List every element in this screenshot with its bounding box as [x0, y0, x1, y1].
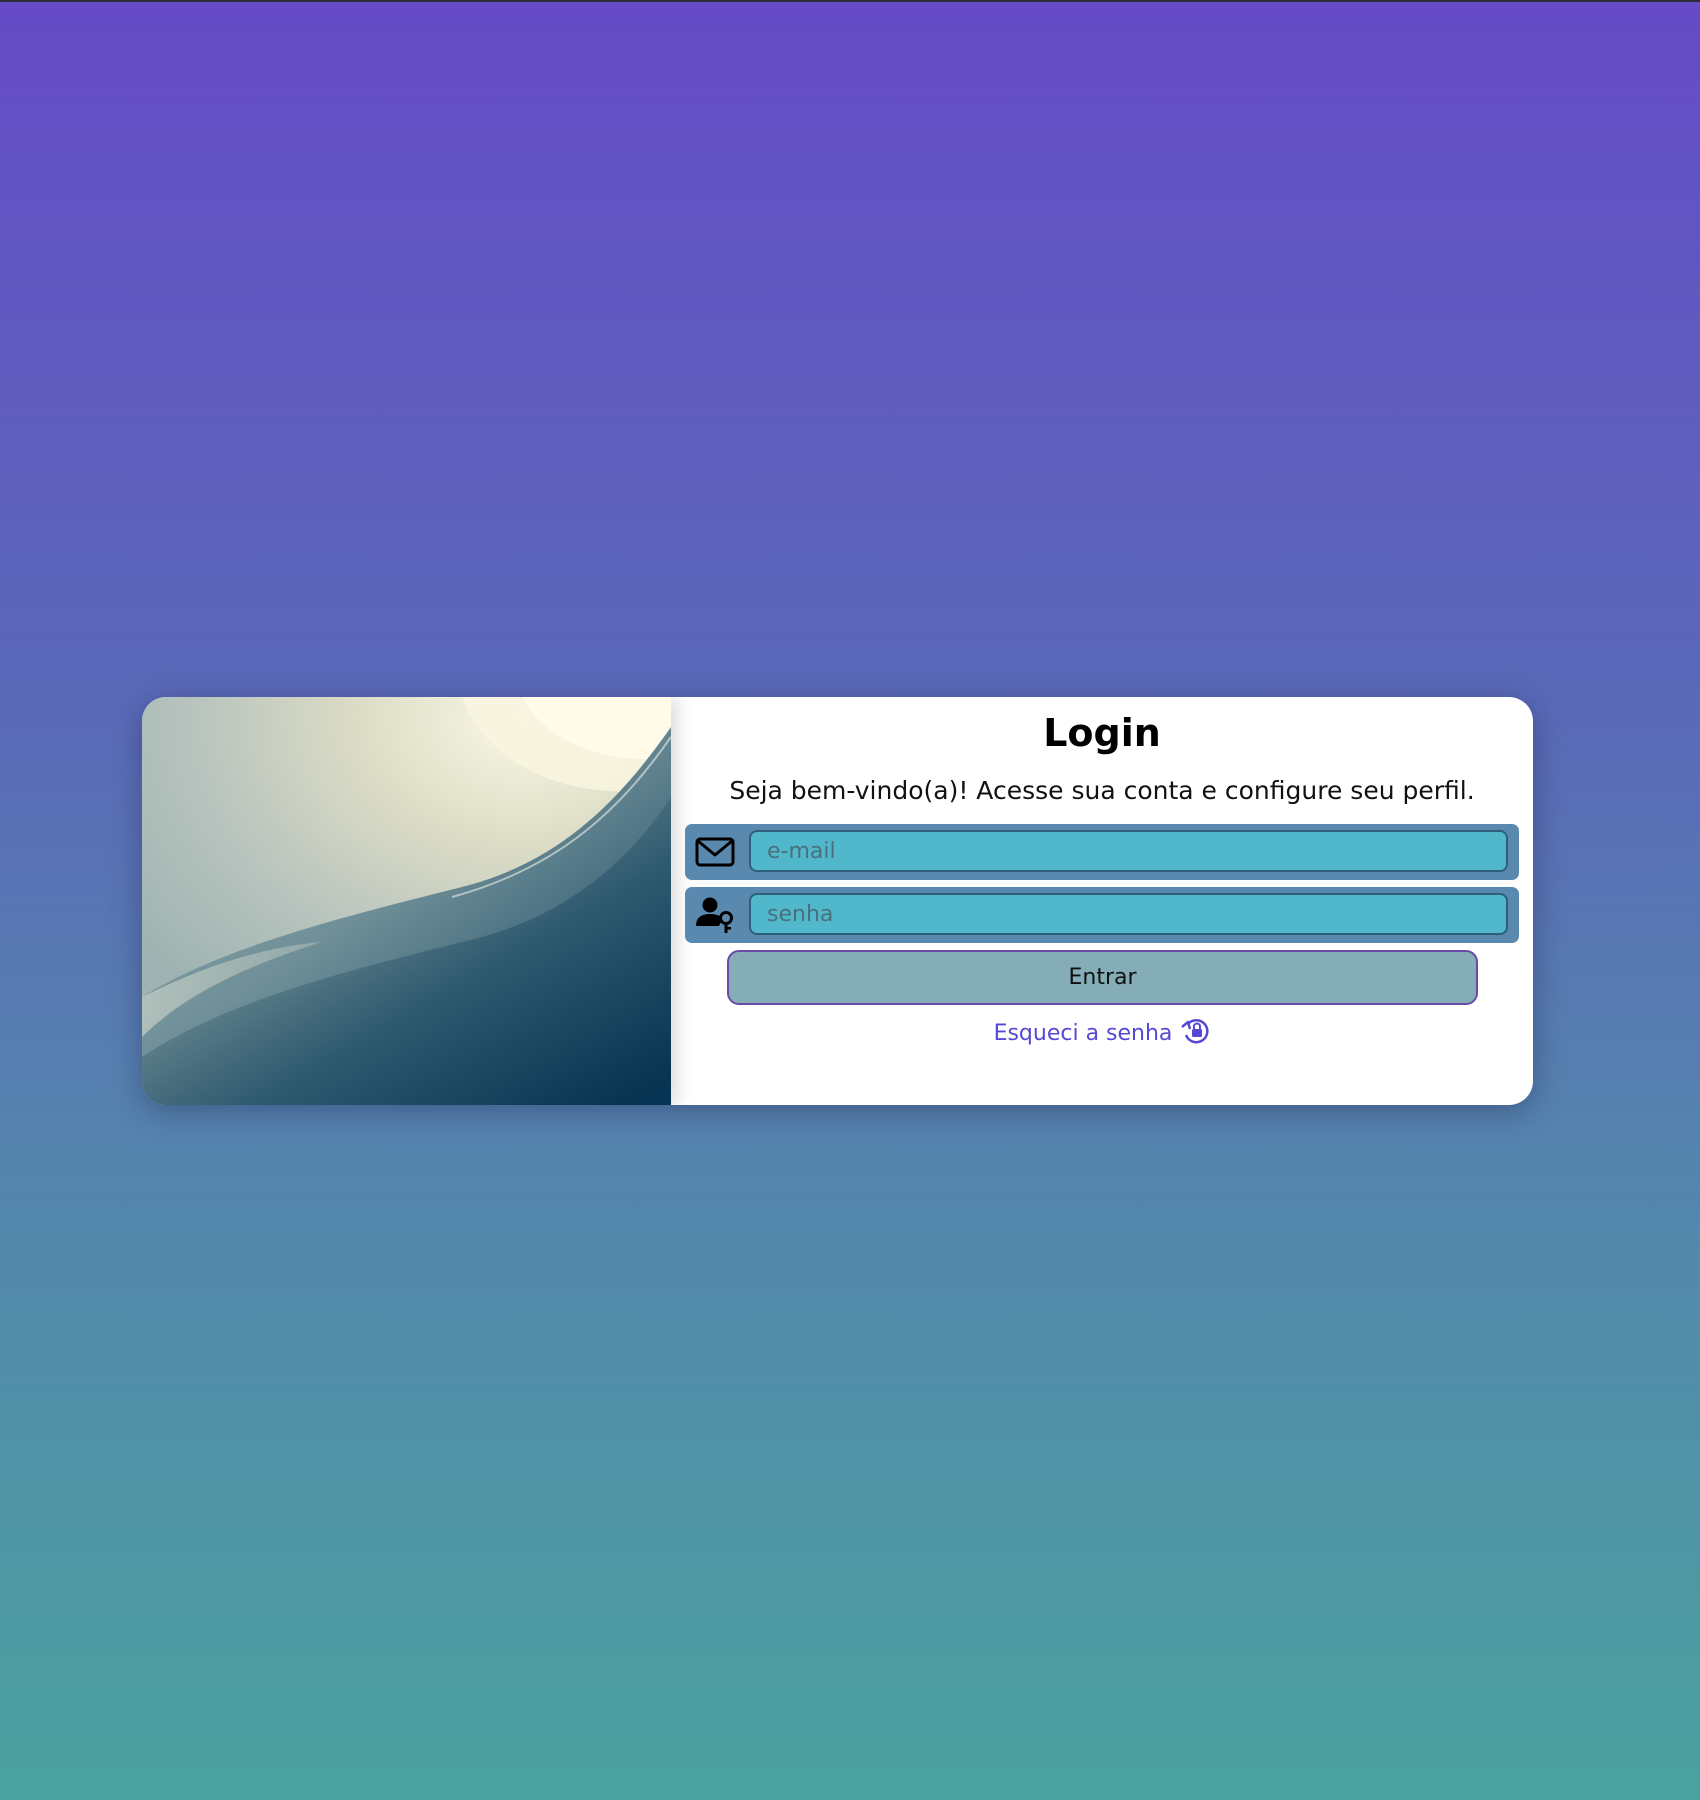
hero-image: [142, 697, 671, 1105]
login-panel: Login Seja bem-vindo(a)! Acesse sua cont…: [671, 697, 1533, 1105]
password-field-group: [685, 887, 1519, 943]
page-title: Login: [1043, 711, 1161, 755]
login-button[interactable]: Entrar: [727, 950, 1478, 1005]
email-field-group: [685, 824, 1519, 880]
envelope-icon: [693, 832, 737, 872]
user-key-icon: [693, 895, 737, 935]
login-card: Login Seja bem-vindo(a)! Acesse sua cont…: [142, 697, 1533, 1105]
welcome-subtitle: Seja bem-vindo(a)! Acesse sua conta e co…: [729, 776, 1475, 805]
forgot-password-label: Esqueci a senha: [993, 1020, 1173, 1046]
lock-reset-icon: [1180, 1016, 1210, 1050]
forgot-password-link[interactable]: Esqueci a senha: [671, 1016, 1533, 1050]
email-input[interactable]: [749, 830, 1508, 872]
top-border: [0, 0, 1700, 2]
password-input[interactable]: [749, 893, 1508, 935]
